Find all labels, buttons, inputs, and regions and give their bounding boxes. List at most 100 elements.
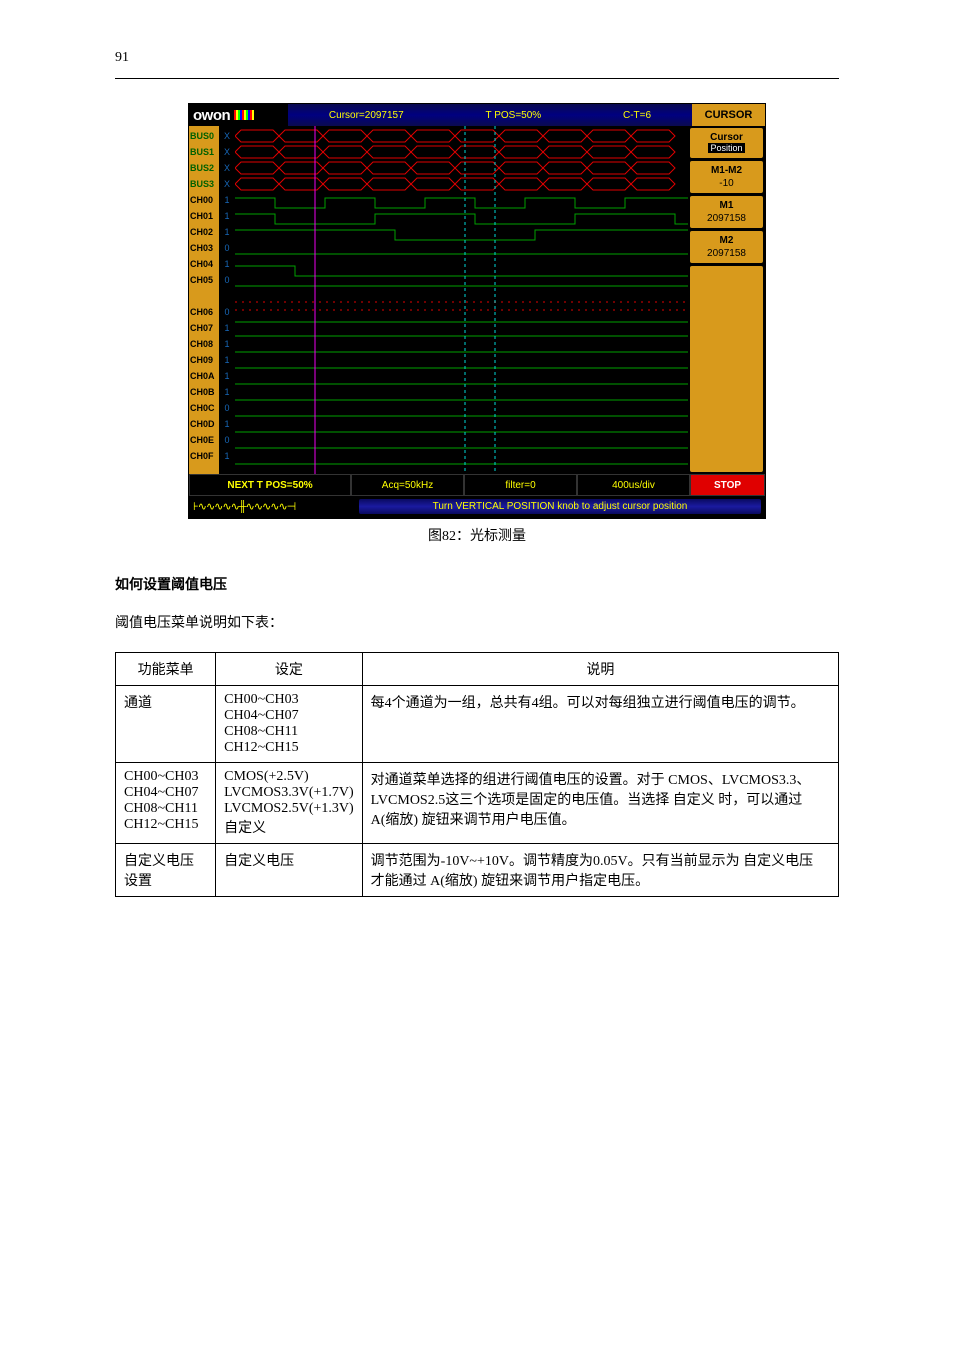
channel-value: 1: [220, 384, 234, 400]
channel-label: CH04: [190, 256, 218, 272]
position-label: Position: [708, 143, 744, 153]
channel-value: X: [220, 144, 234, 160]
channel-label: BUS3: [190, 176, 218, 192]
acq-cell[interactable]: Acq=50kHz: [351, 474, 464, 496]
channel-label: CH09: [190, 352, 218, 368]
channel-value: 1: [220, 256, 234, 272]
scope-main: BUS0BUS1BUS2BUS3CH00CH01CH02CH03CH04CH05…: [189, 126, 765, 474]
channel-label: CH0B: [190, 384, 218, 400]
channel-label: CH0F: [190, 448, 218, 464]
timediv-cell[interactable]: 400us/div: [577, 474, 690, 496]
page-number: 91: [115, 50, 839, 66]
table-cell: 自定义电压设置: [116, 843, 216, 896]
threshold-menu-table: 功能菜单 设定 说明 通道CH00~CH03 CH04~CH07 CH08~CH…: [115, 652, 839, 897]
status-message: Turn VERTICAL POSITION knob to adjust cu…: [359, 499, 761, 514]
scope-topbar: owon Cursor=2097157 T POS=50% C-T=6 CURS…: [189, 104, 765, 126]
mode-button[interactable]: CURSOR: [692, 104, 765, 126]
table-row: 通道CH00~CH03 CH04~CH07 CH08~CH11 CH12~CH1…: [116, 685, 839, 762]
waveform-area[interactable]: [235, 126, 688, 474]
channel-label: CH0A: [190, 368, 218, 384]
side-panels: Cursor Position M1-M2 -10 M1 2097158 M2 …: [688, 126, 765, 474]
top-status-bar: Cursor=2097157 T POS=50% C-T=6: [288, 104, 692, 126]
stop-button[interactable]: STOP: [690, 474, 765, 496]
m1-title: M1: [692, 200, 761, 211]
channel-label: CH06: [190, 304, 218, 320]
cursor-position-panel[interactable]: Cursor Position: [690, 128, 763, 158]
scrollbar-icon[interactable]: ⊦∿∿∿∿∿╫∿∿∿∿∿⊣: [193, 500, 353, 513]
channel-label: BUS1: [190, 144, 218, 160]
col-header: 设定: [216, 652, 363, 685]
channel-value: 0: [220, 304, 234, 320]
channel-label: BUS0: [190, 128, 218, 144]
channel-value: 1: [220, 448, 234, 464]
channel-label: CH0E: [190, 432, 218, 448]
section-heading: 如何设置阈值电压: [115, 575, 839, 597]
col-header: 功能菜单: [116, 652, 216, 685]
channel-label: CH01: [190, 208, 218, 224]
filter-cell[interactable]: filter=0: [464, 474, 577, 496]
table-cell: 每4个通道为一组，总共有4组。可以对每组独立进行阈值电压的调节。: [362, 685, 838, 762]
channel-value: X: [220, 176, 234, 192]
table-cell: CH00~CH03 CH04~CH07 CH08~CH11 CH12~CH15: [116, 762, 216, 843]
m1-m2-value: -10: [692, 178, 761, 189]
m2-value: 2097158: [692, 248, 761, 259]
channel-value: 1: [220, 368, 234, 384]
channel-label: [190, 288, 218, 304]
table-cell: 自定义电压: [216, 843, 363, 896]
channel-value: 1: [220, 208, 234, 224]
channel-value: 1: [220, 192, 234, 208]
table-row: CH00~CH03 CH04~CH07 CH08~CH11 CH12~CH15C…: [116, 762, 839, 843]
tpos-readout: T POS=50%: [486, 110, 542, 121]
table-cell: CH00~CH03 CH04~CH07 CH08~CH11 CH12~CH15: [216, 685, 363, 762]
m1-m2-title: M1-M2: [692, 165, 761, 176]
horizontal-rule: [115, 78, 839, 79]
empty-panel: [690, 266, 763, 472]
channel-label: CH03: [190, 240, 218, 256]
channel-value: 0: [220, 432, 234, 448]
m1-m2-panel[interactable]: M1-M2 -10: [690, 161, 763, 193]
table-cell: CMOS(+2.5V) LVCMOS3.3V(+1.7V) LVCMOS2.5V…: [216, 762, 363, 843]
cursor-readout: Cursor=2097157: [329, 110, 404, 121]
bus-hex-group: [235, 130, 675, 190]
channel-value: X: [220, 128, 234, 144]
waveform-svg: [235, 126, 688, 474]
channel-value: 1: [220, 224, 234, 240]
channel-value: 1: [220, 352, 234, 368]
m2-title: M2: [692, 235, 761, 246]
channel-label-column: BUS0BUS1BUS2BUS3CH00CH01CH02CH03CH04CH05…: [189, 126, 219, 474]
next-tpos-cell[interactable]: NEXT T POS=50%: [189, 474, 351, 496]
brand-text: owon: [193, 107, 230, 124]
channel-label: BUS2: [190, 160, 218, 176]
channel-label: CH00: [190, 192, 218, 208]
channel-label: CH07: [190, 320, 218, 336]
channel-value: [220, 288, 234, 304]
channel-label: CH05: [190, 272, 218, 288]
m2-panel[interactable]: M2 2097158: [690, 231, 763, 263]
oscilloscope-screenshot: owon Cursor=2097157 T POS=50% C-T=6 CURS…: [188, 103, 766, 519]
channel-value-column: XXXX1110100111110101: [219, 126, 235, 474]
channel-value: 1: [220, 320, 234, 336]
figure-caption: 图82：光标测量: [115, 525, 839, 545]
channel-value: 0: [220, 240, 234, 256]
ct-readout: C-T=6: [623, 110, 651, 121]
m1-panel[interactable]: M1 2097158: [690, 196, 763, 228]
channel-label: CH02: [190, 224, 218, 240]
channel-value: 1: [220, 416, 234, 432]
channel-value: 1: [220, 336, 234, 352]
table-row: 自定义电压设置自定义电压调节范围为-10V~+10V。调节精度为0.05V。只有…: [116, 843, 839, 896]
table-cell: 调节范围为-10V~+10V。调节精度为0.05V。只有当前显示为 自定义电压 …: [362, 843, 838, 896]
section-intro: 阈值电压菜单说明如下表：: [115, 613, 839, 635]
channel-value: X: [220, 160, 234, 176]
scope-status-row: ⊦∿∿∿∿∿╫∿∿∿∿∿⊣ Turn VERTICAL POSITION kno…: [189, 496, 765, 518]
brand-logo: owon: [189, 104, 288, 126]
cursor-label: Cursor: [692, 132, 761, 143]
channel-label: CH0C: [190, 400, 218, 416]
scope-bottom-bar: NEXT T POS=50% Acq=50kHz filter=0 400us/…: [189, 474, 765, 496]
col-header: 说明: [362, 652, 838, 685]
channel-value: 0: [220, 272, 234, 288]
table-cell: 通道: [116, 685, 216, 762]
logo-color-bars-icon: [234, 110, 254, 120]
channel-label: CH0D: [190, 416, 218, 432]
channel-label: CH08: [190, 336, 218, 352]
channel-value: 0: [220, 400, 234, 416]
